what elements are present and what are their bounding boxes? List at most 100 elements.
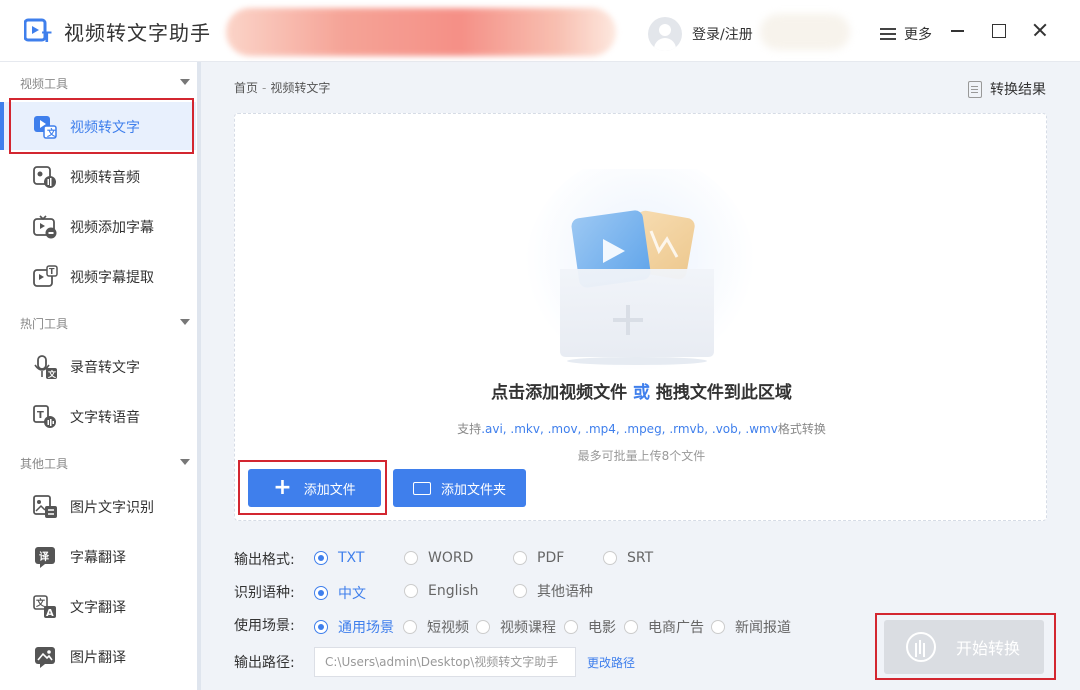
image-translate-icon xyxy=(35,647,55,668)
scene-label: 使用场景: xyxy=(234,618,295,634)
scene-radio-ecommerce-ad[interactable]: 电商广告 xyxy=(624,617,704,637)
radio-dot xyxy=(513,551,527,565)
upload-limit-text: 最多可批量上传8个文件 xyxy=(577,449,706,463)
sidebar-item-label: 视频字幕提取 xyxy=(70,270,154,286)
scene-radio-course[interactable]: 视频课程 xyxy=(476,617,556,637)
svg-text:译: 译 xyxy=(39,550,50,563)
subtitle-translate-icon: 译 xyxy=(35,547,55,568)
audio-wave-icon xyxy=(906,632,936,662)
add-file-label: 添加文件 xyxy=(303,482,356,498)
caret-down-icon xyxy=(180,319,190,325)
subtitle-extract-icon: T xyxy=(33,265,58,287)
title-bar: T 视频转文字助手 登录/注册 更多 xyxy=(0,0,1080,62)
add-folder-button[interactable]: 添加文件夹 xyxy=(393,469,526,507)
radio-dot xyxy=(711,620,725,634)
scene-radio-general[interactable]: 通用场景 xyxy=(314,617,394,637)
scene-radio-movie[interactable]: 电影 xyxy=(564,617,616,637)
scene-radio-news[interactable]: 新闻报道 xyxy=(711,617,791,637)
svg-text:文: 文 xyxy=(46,127,57,139)
sidebar-item-label: 图片文字识别 xyxy=(70,500,154,516)
svg-text:A: A xyxy=(46,608,54,619)
change-path-link[interactable]: 更改路径 xyxy=(587,654,635,671)
sidebar-item-text-translate[interactable]: 文 A 文字翻译 xyxy=(0,582,196,630)
group-header-other-tools[interactable]: 其他工具 xyxy=(0,444,200,480)
output-format-row: 输出格式: xyxy=(234,547,314,571)
radio-dot xyxy=(476,620,490,634)
supported-formats-text: 支持.avi, .mkv, .mov, .mp4, .mpeg, .rmvb, … xyxy=(457,422,826,436)
radio-dot xyxy=(513,584,527,598)
sidebar-item-label: 视频转文字 xyxy=(70,120,140,136)
sidebar-item-subtitle-extract[interactable]: T 视频字幕提取 xyxy=(0,252,196,300)
sidebar-scrollbar[interactable] xyxy=(197,62,201,690)
format-radio-pdf[interactable]: PDF xyxy=(513,550,564,566)
scene-row: 使用场景: xyxy=(234,613,314,637)
login-button[interactable]: 登录/注册 xyxy=(648,17,753,51)
language-radio-english[interactable]: English xyxy=(404,583,479,599)
breadcrumb-separator: - xyxy=(262,81,267,95)
svg-text:T: T xyxy=(49,267,55,276)
add-folder-label: 添加文件夹 xyxy=(440,482,506,498)
format-radio-word[interactable]: WORD xyxy=(404,550,473,566)
sidebar-item-text-to-speech[interactable]: T 文字转语音 xyxy=(0,392,196,440)
minimize-button[interactable] xyxy=(946,18,970,42)
breadcrumb-current: 视频转文字 xyxy=(270,81,331,95)
sidebar-item-label: 文字转语音 xyxy=(70,410,140,426)
start-conversion-button[interactable]: 开始转换 xyxy=(884,620,1044,674)
caret-down-icon xyxy=(180,459,190,465)
image-ocr-icon xyxy=(33,495,57,518)
sidebar-item-video-to-text[interactable]: 文 视频转文字 xyxy=(0,102,196,150)
format-radio-txt[interactable]: TXT xyxy=(314,550,364,566)
vip-badge[interactable] xyxy=(760,14,850,50)
conversion-result-label: 转换结果 xyxy=(990,82,1046,98)
login-label: 登录/注册 xyxy=(692,27,753,43)
language-radio-chinese[interactable]: 中文 xyxy=(314,583,366,603)
app-logo-icon: T xyxy=(24,18,52,44)
drop-zone-title: 点击添加视频文件 或 拖拽文件到此区域 xyxy=(491,383,792,403)
sidebar-item-video-to-audio[interactable]: 视频转音频 xyxy=(0,152,196,200)
avatar-icon xyxy=(648,17,682,51)
menu-icon xyxy=(880,28,896,40)
language-radio-other[interactable]: 其他语种 xyxy=(513,581,593,601)
radio-dot xyxy=(404,551,418,565)
close-icon[interactable] xyxy=(1028,18,1052,42)
sidebar-item-label: 图片翻译 xyxy=(70,650,126,666)
text-translate-icon: 文 A xyxy=(33,595,56,619)
language-label: 识别语种: xyxy=(234,585,295,601)
sidebar: 视频工具 文 视频转文字 视频转音频 视频添加字幕 T 视频字幕提取 热门工具 … xyxy=(0,62,200,690)
sidebar-item-label: 字幕翻译 xyxy=(70,550,126,566)
radio-dot xyxy=(314,586,328,600)
sidebar-item-audio-to-text[interactable]: 文 录音转文字 xyxy=(0,342,196,390)
file-drop-zone[interactable]: 点击添加视频文件 或 拖拽文件到此区域 支持.avi, .mkv, .mov, … xyxy=(234,113,1047,521)
format-radio-srt[interactable]: SRT xyxy=(603,550,653,566)
sidebar-item-label: 文字翻译 xyxy=(70,600,126,616)
language-row: 识别语种: xyxy=(234,580,314,604)
promo-banner[interactable] xyxy=(226,8,616,56)
output-path-row: 输出路径: xyxy=(234,650,314,674)
svg-text:T: T xyxy=(42,30,52,44)
sidebar-item-subtitle-translate[interactable]: 译 字幕翻译 xyxy=(0,532,196,580)
radio-dot xyxy=(403,620,417,634)
document-icon xyxy=(968,80,982,98)
start-conversion-label: 开始转换 xyxy=(956,639,1021,658)
radio-dot xyxy=(603,551,617,565)
breadcrumb-home[interactable]: 首页 xyxy=(234,81,258,95)
more-menu-button[interactable]: 更多 xyxy=(880,24,932,44)
output-path-field[interactable]: C:\Users\admin\Desktop\视频转文字助手 xyxy=(314,647,576,677)
svg-text:文: 文 xyxy=(48,369,57,379)
sidebar-item-image-ocr[interactable]: 图片文字识别 xyxy=(0,482,196,530)
add-file-button[interactable]: + 添加文件 xyxy=(248,469,381,507)
group-header-video-tools[interactable]: 视频工具 xyxy=(0,64,200,100)
maximize-button[interactable] xyxy=(986,18,1010,42)
sidebar-item-add-subtitle[interactable]: 视频添加字幕 xyxy=(0,202,196,250)
folder-icon xyxy=(412,481,431,495)
breadcrumb: 首页 - 视频转文字 xyxy=(234,79,330,96)
output-path-label: 输出路径: xyxy=(234,655,295,671)
sidebar-item-label: 视频转音频 xyxy=(70,170,140,186)
sidebar-item-image-translate[interactable]: 图片翻译 xyxy=(0,632,196,680)
video-to-text-icon: 文 xyxy=(34,116,57,139)
conversion-result-link[interactable]: 转换结果 xyxy=(968,79,1046,99)
sidebar-item-label: 录音转文字 xyxy=(70,360,140,376)
scene-radio-short-video[interactable]: 短视频 xyxy=(403,617,469,637)
group-header-hot-tools[interactable]: 热门工具 xyxy=(0,304,200,340)
output-format-label: 输出格式: xyxy=(234,552,295,568)
